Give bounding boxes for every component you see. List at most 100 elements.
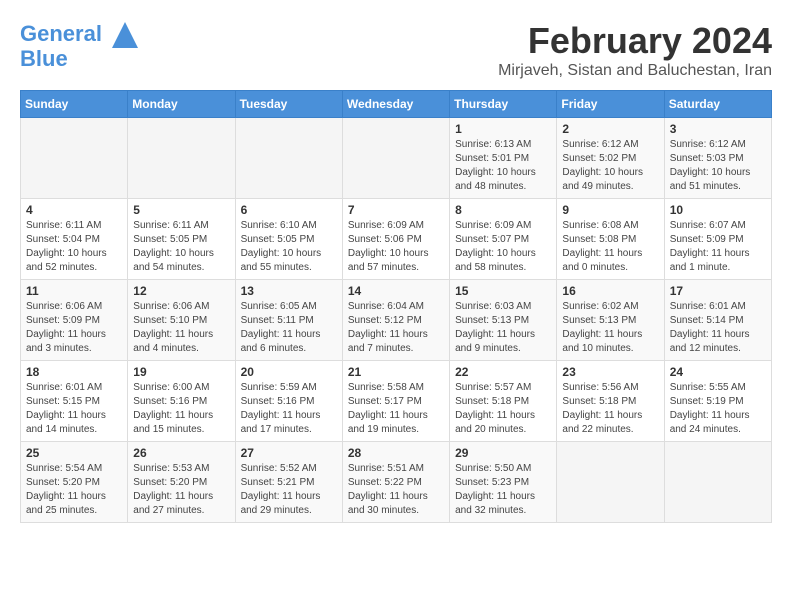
day-number: 15 <box>455 284 551 298</box>
day-number: 22 <box>455 365 551 379</box>
calendar-week-row: 1 Sunrise: 6:13 AM Sunset: 5:01 PM Daylig… <box>21 118 772 199</box>
day-number: 1 <box>455 122 551 136</box>
day-number: 29 <box>455 446 551 460</box>
weekday-header-friday: Friday <box>557 91 664 118</box>
weekday-header-row: SundayMondayTuesdayWednesdayThursdayFrid… <box>21 91 772 118</box>
day-info: Sunrise: 5:56 AM Sunset: 5:18 PM Dayligh… <box>562 381 658 437</box>
day-info: Sunrise: 5:50 AM Sunset: 5:23 PM Dayligh… <box>455 462 551 518</box>
page-header: General Blue February 2024 Mirjaveh, Sis… <box>20 20 772 80</box>
day-info: Sunrise: 6:06 AM Sunset: 5:09 PM Dayligh… <box>26 300 122 356</box>
day-number: 23 <box>562 365 658 379</box>
calendar-day-cell: 25Sunrise: 5:54 AM Sunset: 5:20 PM Dayli… <box>21 442 128 523</box>
calendar-day-cell: 1 Sunrise: 6:13 AM Sunset: 5:01 PM Daylig… <box>450 118 557 199</box>
calendar-day-cell: 16 Sunrise: 6:02 AM Sunset: 5:13 PM Dayli… <box>557 280 664 361</box>
day-info: Sunrise: 6:11 AM Sunset: 5:05 PM Dayligh… <box>133 219 229 275</box>
weekday-header-monday: Monday <box>128 91 235 118</box>
weekday-header-wednesday: Wednesday <box>342 91 449 118</box>
day-number: 28 <box>348 446 444 460</box>
day-info: Sunrise: 6:09 AM Sunset: 5:07 PM Dayligh… <box>455 219 551 275</box>
day-info: Sunrise: 6:06 AM Sunset: 5:10 PM Dayligh… <box>133 300 229 356</box>
calendar-day-cell: 11 Sunrise: 6:06 AM Sunset: 5:09 PM Dayli… <box>21 280 128 361</box>
day-info: Sunrise: 6:09 AM Sunset: 5:06 PM Dayligh… <box>348 219 444 275</box>
day-number: 7 <box>348 203 444 217</box>
day-number: 13 <box>241 284 337 298</box>
day-info: Sunrise: 6:01 AM Sunset: 5:15 PM Dayligh… <box>26 381 122 437</box>
day-info: Sunrise: 5:55 AM Sunset: 5:19 PM Dayligh… <box>670 381 766 437</box>
day-number: 3 <box>670 122 766 136</box>
day-number: 6 <box>241 203 337 217</box>
day-number: 10 <box>670 203 766 217</box>
calendar-day-cell: 7 Sunrise: 6:09 AM Sunset: 5:06 PM Daylig… <box>342 199 449 280</box>
day-info: Sunrise: 6:01 AM Sunset: 5:14 PM Dayligh… <box>670 300 766 356</box>
day-number: 27 <box>241 446 337 460</box>
calendar-day-cell: 29 Sunrise: 5:50 AM Sunset: 5:23 PM Dayli… <box>450 442 557 523</box>
day-number: 18 <box>26 365 122 379</box>
calendar-day-cell: 12Sunrise: 6:06 AM Sunset: 5:10 PM Dayli… <box>128 280 235 361</box>
logo: General Blue <box>20 20 140 72</box>
weekday-header-tuesday: Tuesday <box>235 91 342 118</box>
calendar-week-row: 25Sunrise: 5:54 AM Sunset: 5:20 PM Dayli… <box>21 442 772 523</box>
empty-day-cell <box>342 118 449 199</box>
day-number: 26 <box>133 446 229 460</box>
calendar-day-cell: 22 Sunrise: 5:57 AM Sunset: 5:18 PM Dayli… <box>450 361 557 442</box>
day-number: 9 <box>562 203 658 217</box>
calendar-day-cell: 9 Sunrise: 6:08 AM Sunset: 5:08 PM Daylig… <box>557 199 664 280</box>
day-number: 5 <box>133 203 229 217</box>
day-number: 25 <box>26 446 122 460</box>
calendar-day-cell: 13 Sunrise: 6:05 AM Sunset: 5:11 PM Dayli… <box>235 280 342 361</box>
day-number: 8 <box>455 203 551 217</box>
calendar-day-cell: 27 Sunrise: 5:52 AM Sunset: 5:21 PM Dayli… <box>235 442 342 523</box>
weekday-header-sunday: Sunday <box>21 91 128 118</box>
calendar-day-cell: 28 Sunrise: 5:51 AM Sunset: 5:22 PM Dayli… <box>342 442 449 523</box>
logo-general: General <box>20 21 102 46</box>
calendar-day-cell: 3 Sunrise: 6:12 AM Sunset: 5:03 PM Daylig… <box>664 118 771 199</box>
calendar-table: SundayMondayTuesdayWednesdayThursdayFrid… <box>20 90 772 523</box>
day-number: 19 <box>133 365 229 379</box>
day-number: 11 <box>26 284 122 298</box>
empty-day-cell <box>664 442 771 523</box>
day-info: Sunrise: 5:57 AM Sunset: 5:18 PM Dayligh… <box>455 381 551 437</box>
day-number: 17 <box>670 284 766 298</box>
day-info: Sunrise: 6:08 AM Sunset: 5:08 PM Dayligh… <box>562 219 658 275</box>
calendar-week-row: 4 Sunrise: 6:11 AM Sunset: 5:04 PM Daylig… <box>21 199 772 280</box>
calendar-day-cell: 15 Sunrise: 6:03 AM Sunset: 5:13 PM Dayli… <box>450 280 557 361</box>
day-info: Sunrise: 5:53 AM Sunset: 5:20 PM Dayligh… <box>133 462 229 518</box>
calendar-day-cell: 10 Sunrise: 6:07 AM Sunset: 5:09 PM Dayli… <box>664 199 771 280</box>
day-info: Sunrise: 6:05 AM Sunset: 5:11 PM Dayligh… <box>241 300 337 356</box>
day-info: Sunrise: 6:12 AM Sunset: 5:03 PM Dayligh… <box>670 138 766 194</box>
calendar-day-cell: 20 Sunrise: 5:59 AM Sunset: 5:16 PM Dayli… <box>235 361 342 442</box>
day-info: Sunrise: 6:07 AM Sunset: 5:09 PM Dayligh… <box>670 219 766 275</box>
calendar-day-cell: 23 Sunrise: 5:56 AM Sunset: 5:18 PM Dayli… <box>557 361 664 442</box>
weekday-header-thursday: Thursday <box>450 91 557 118</box>
calendar-day-cell: 2Sunrise: 6:12 AM Sunset: 5:02 PM Daylig… <box>557 118 664 199</box>
calendar-day-cell: 18 Sunrise: 6:01 AM Sunset: 5:15 PM Dayli… <box>21 361 128 442</box>
day-info: Sunrise: 6:03 AM Sunset: 5:13 PM Dayligh… <box>455 300 551 356</box>
calendar-day-cell: 17 Sunrise: 6:01 AM Sunset: 5:14 PM Dayli… <box>664 280 771 361</box>
month-title: February 2024 <box>498 20 772 62</box>
day-info: Sunrise: 6:13 AM Sunset: 5:01 PM Dayligh… <box>455 138 551 194</box>
calendar-week-row: 11 Sunrise: 6:06 AM Sunset: 5:09 PM Dayli… <box>21 280 772 361</box>
title-section: February 2024 Mirjaveh, Sistan and Baluc… <box>498 20 772 80</box>
calendar-day-cell: 26 Sunrise: 5:53 AM Sunset: 5:20 PM Dayli… <box>128 442 235 523</box>
calendar-week-row: 18 Sunrise: 6:01 AM Sunset: 5:15 PM Dayli… <box>21 361 772 442</box>
empty-day-cell <box>235 118 342 199</box>
calendar-day-cell: 5 Sunrise: 6:11 AM Sunset: 5:05 PM Daylig… <box>128 199 235 280</box>
calendar-day-cell: 8 Sunrise: 6:09 AM Sunset: 5:07 PM Daylig… <box>450 199 557 280</box>
calendar-day-cell: 24 Sunrise: 5:55 AM Sunset: 5:19 PM Dayli… <box>664 361 771 442</box>
day-info: Sunrise: 6:11 AM Sunset: 5:04 PM Dayligh… <box>26 219 122 275</box>
location-title: Mirjaveh, Sistan and Baluchestan, Iran <box>498 62 772 80</box>
day-info: Sunrise: 5:51 AM Sunset: 5:22 PM Dayligh… <box>348 462 444 518</box>
day-info: Sunrise: 5:58 AM Sunset: 5:17 PM Dayligh… <box>348 381 444 437</box>
day-number: 4 <box>26 203 122 217</box>
day-info: Sunrise: 5:52 AM Sunset: 5:21 PM Dayligh… <box>241 462 337 518</box>
day-info: Sunrise: 6:02 AM Sunset: 5:13 PM Dayligh… <box>562 300 658 356</box>
day-number: 20 <box>241 365 337 379</box>
day-number: 16 <box>562 284 658 298</box>
day-info: Sunrise: 5:59 AM Sunset: 5:16 PM Dayligh… <box>241 381 337 437</box>
day-info: Sunrise: 6:04 AM Sunset: 5:12 PM Dayligh… <box>348 300 444 356</box>
day-number: 21 <box>348 365 444 379</box>
calendar-day-cell: 4 Sunrise: 6:11 AM Sunset: 5:04 PM Daylig… <box>21 199 128 280</box>
day-info: Sunrise: 6:12 AM Sunset: 5:02 PM Dayligh… <box>562 138 658 194</box>
day-number: 24 <box>670 365 766 379</box>
calendar-day-cell: 19Sunrise: 6:00 AM Sunset: 5:16 PM Dayli… <box>128 361 235 442</box>
